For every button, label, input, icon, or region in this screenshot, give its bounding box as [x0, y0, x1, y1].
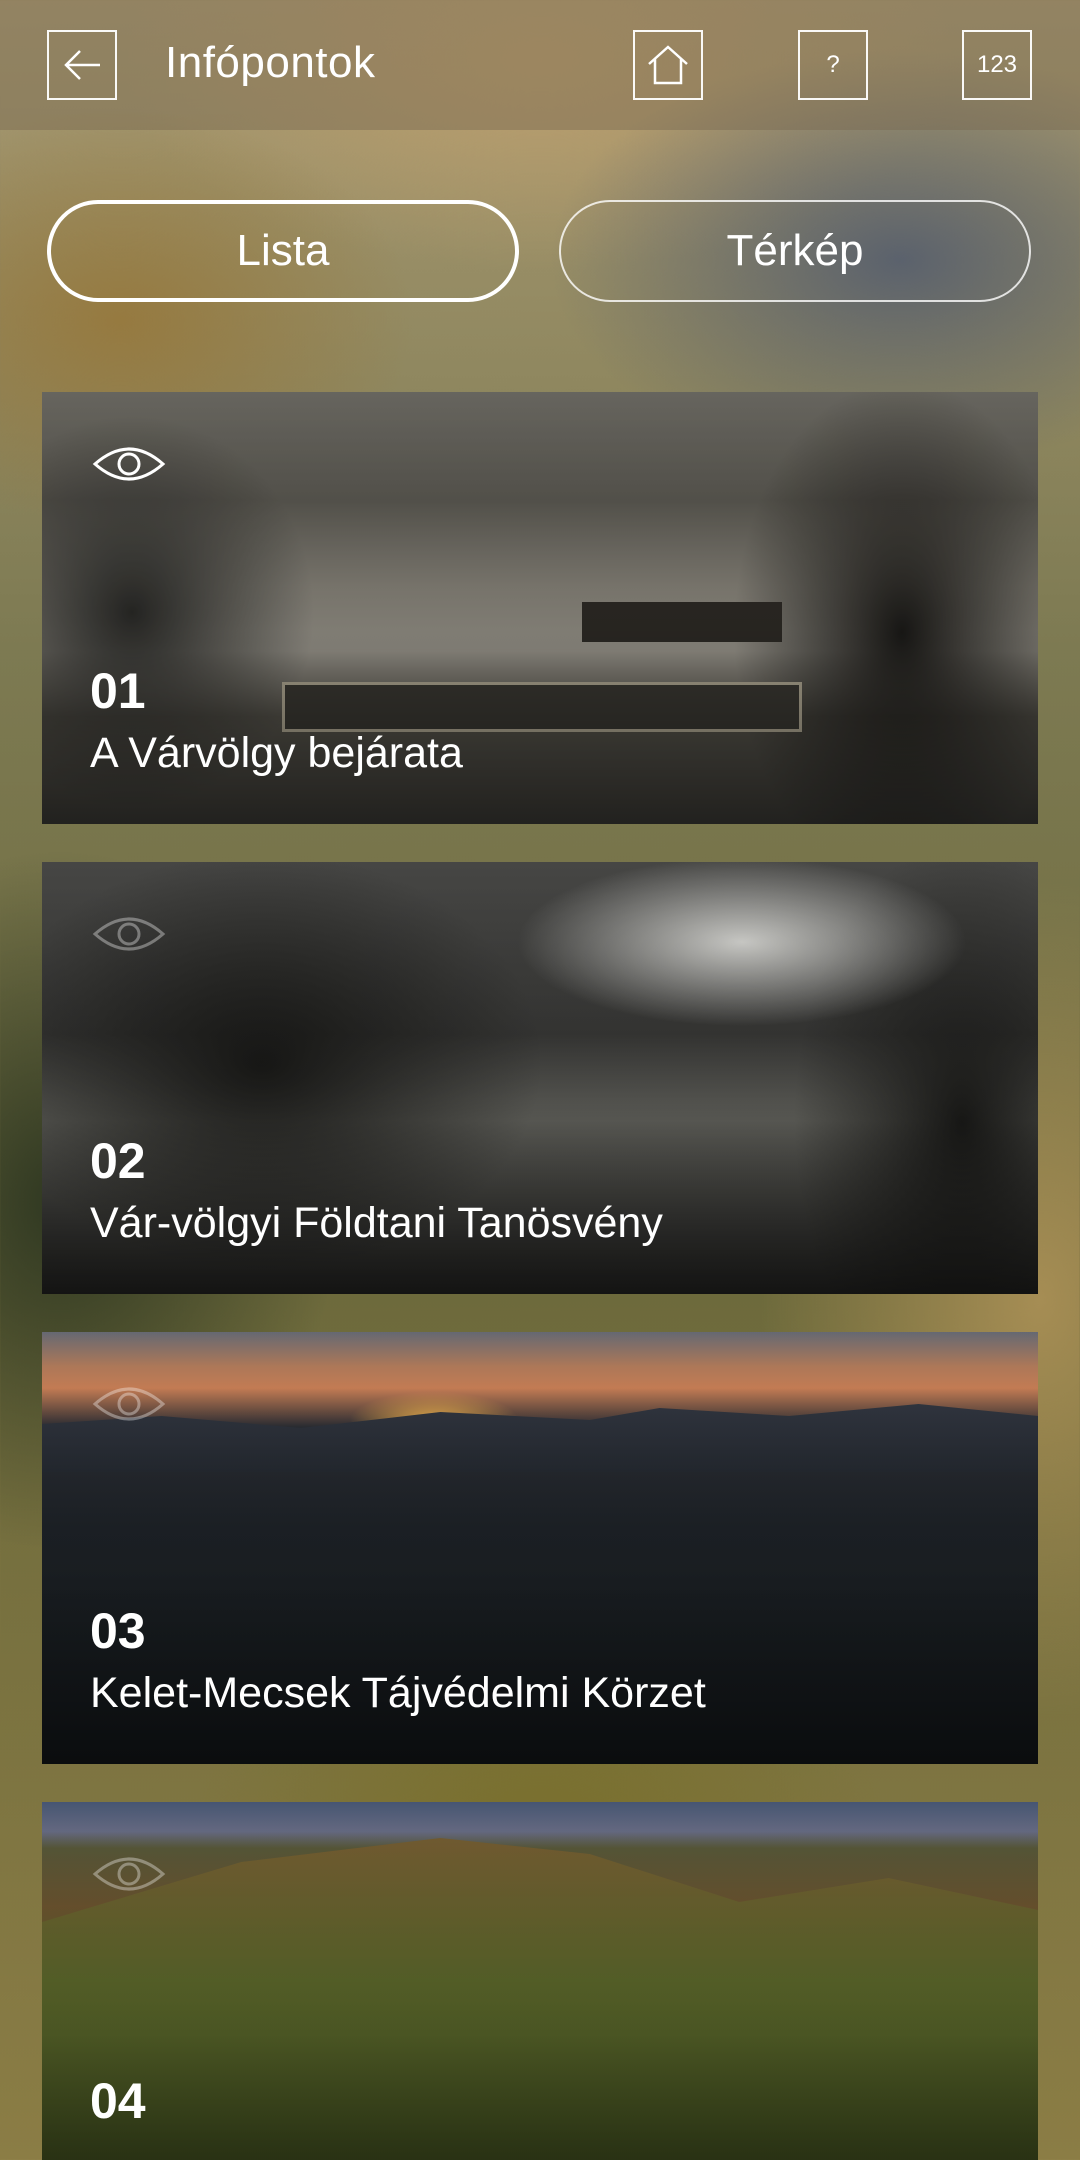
eye-icon: [92, 447, 166, 481]
card-number: 01: [90, 663, 146, 719]
help-label: ?: [826, 51, 840, 78]
card-title: A Várvölgy bejárata: [90, 729, 463, 777]
eye-icon: [92, 917, 166, 951]
arrow-left-icon: [64, 50, 100, 80]
page-title: Infópontok: [165, 38, 376, 87]
top-app-bar: Infópontok ? 123: [0, 0, 1080, 130]
info-point-card[interactable]: 03 Kelet-Mecsek Tájvédelmi Körzet: [42, 1332, 1038, 1764]
tab-list[interactable]: Lista: [47, 200, 519, 302]
help-button[interactable]: ?: [798, 30, 868, 100]
tab-map[interactable]: Térkép: [559, 200, 1031, 302]
info-point-card[interactable]: 02 Vár-völgyi Földtani Tanösvény: [42, 862, 1038, 1294]
eye-icon: [92, 1857, 166, 1891]
eye-icon: [92, 1387, 166, 1421]
home-button[interactable]: [633, 30, 703, 100]
card-number: 02: [90, 1133, 146, 1189]
card-title: Vár-völgyi Földtani Tanösvény: [90, 1199, 663, 1247]
card-number: 04: [90, 2073, 146, 2129]
tab-list-label: Lista: [236, 226, 330, 275]
back-button[interactable]: [47, 30, 117, 100]
tab-map-label: Térkép: [726, 226, 864, 275]
number-label: 123: [976, 51, 1018, 78]
number-input-button[interactable]: 123: [962, 30, 1032, 100]
home-icon: [648, 45, 688, 85]
card-title: Kelet-Mecsek Tájvédelmi Körzet: [90, 1669, 706, 1717]
info-point-card[interactable]: 01 A Várvölgy bejárata: [42, 392, 1038, 824]
card-number: 03: [90, 1603, 146, 1659]
info-point-card[interactable]: 04: [42, 1802, 1038, 2160]
